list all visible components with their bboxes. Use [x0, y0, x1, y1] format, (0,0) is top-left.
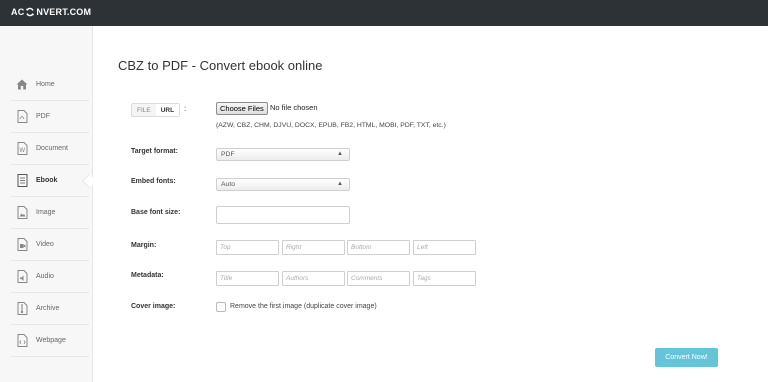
- metadata-title-input[interactable]: Title: [216, 271, 279, 286]
- sidebar-item-label: Image: [36, 209, 56, 216]
- sidebar: Home PDF W Document Ebook Image Video Au…: [0, 26, 93, 382]
- select-arrows-icon: ▲︎: [337, 181, 343, 187]
- audio-icon: [16, 270, 28, 284]
- url-tab[interactable]: URL: [155, 104, 180, 116]
- sidebar-item-document[interactable]: W Document: [11, 133, 89, 165]
- base-font-size-label: Base font size:: [131, 209, 181, 216]
- logo-text-right: NVERT.COM: [36, 7, 92, 17]
- ebook-icon: [16, 174, 28, 188]
- archive-icon: [16, 302, 28, 316]
- metadata-authors-input[interactable]: Authors: [282, 271, 345, 286]
- svg-text:W: W: [19, 147, 25, 154]
- sidebar-item-label: Audio: [36, 273, 54, 280]
- webpage-icon: [16, 334, 28, 348]
- supported-formats-note: (AZW, CBZ, CHM, DJVU, DOCX, EPUB, FB2, H…: [216, 122, 446, 129]
- sidebar-item-label: Ebook: [36, 177, 58, 184]
- sidebar-item-label: PDF: [36, 113, 50, 120]
- cover-image-label: Cover image:: [131, 303, 176, 310]
- sidebar-item-label: Document: [36, 145, 68, 152]
- sidebar-item-label: Archive: [36, 305, 60, 312]
- sidebar-item-label: Home: [36, 81, 55, 88]
- remove-first-image-label[interactable]: Remove the first image (duplicate cover …: [230, 303, 377, 310]
- target-format-select[interactable]: PDF ▲︎: [216, 148, 350, 161]
- metadata-tags-input[interactable]: Tags: [413, 271, 476, 286]
- metadata-comments-input[interactable]: Comments: [347, 271, 410, 286]
- select-arrows-icon: ▲︎: [337, 151, 343, 157]
- home-icon: [16, 78, 28, 92]
- switch-colon: :: [184, 104, 187, 113]
- base-font-size-input[interactable]: [216, 206, 350, 224]
- sidebar-item-image[interactable]: Image: [11, 197, 89, 229]
- pdf-icon: [16, 110, 28, 124]
- margin-bottom-input[interactable]: Bottom: [347, 240, 410, 255]
- logo-text-left: AC: [11, 7, 25, 17]
- embed-fonts-label: Embed fonts:: [131, 178, 176, 185]
- sidebar-item-home[interactable]: Home: [11, 69, 89, 101]
- remove-first-image-checkbox[interactable]: [216, 302, 226, 312]
- sidebar-item-video[interactable]: Video: [11, 229, 89, 261]
- sidebar-item-label: Video: [36, 241, 54, 248]
- sidebar-item-pdf[interactable]: PDF: [11, 101, 89, 133]
- file-tab[interactable]: FILE: [132, 104, 156, 116]
- document-icon: W: [16, 142, 28, 156]
- convert-now-button[interactable]: Convert Now!: [655, 348, 718, 367]
- sidebar-item-ebook[interactable]: Ebook: [11, 165, 89, 197]
- sidebar-item-audio[interactable]: Audio: [11, 261, 89, 293]
- sidebar-item-archive[interactable]: Archive: [11, 293, 89, 325]
- image-icon: [16, 206, 28, 220]
- margin-left-input[interactable]: Left: [413, 240, 476, 255]
- file-status-text: No file chosen: [270, 103, 318, 112]
- source-switch: FILE URL: [131, 103, 181, 117]
- margin-label: Margin:: [131, 242, 157, 249]
- video-icon: [16, 238, 28, 252]
- top-bar: AC NVERT.COM: [0, 0, 768, 26]
- metadata-label: Metadata:: [131, 272, 164, 279]
- embed-fonts-value: Auto: [221, 181, 235, 188]
- sidebar-item-webpage[interactable]: Webpage: [11, 325, 89, 357]
- sync-icon: [26, 7, 35, 17]
- sidebar-item-label: Webpage: [36, 337, 66, 344]
- page-title: CBZ to PDF - Convert ebook online: [118, 58, 323, 73]
- site-logo[interactable]: AC NVERT.COM: [11, 7, 91, 17]
- embed-fonts-select[interactable]: Auto ▲︎: [216, 178, 350, 191]
- choose-files-button[interactable]: Choose Files: [216, 102, 268, 115]
- target-format-value: PDF: [221, 151, 235, 158]
- target-format-label: Target format:: [131, 148, 178, 155]
- margin-top-input[interactable]: Top: [216, 240, 279, 255]
- margin-right-input[interactable]: Right: [282, 240, 345, 255]
